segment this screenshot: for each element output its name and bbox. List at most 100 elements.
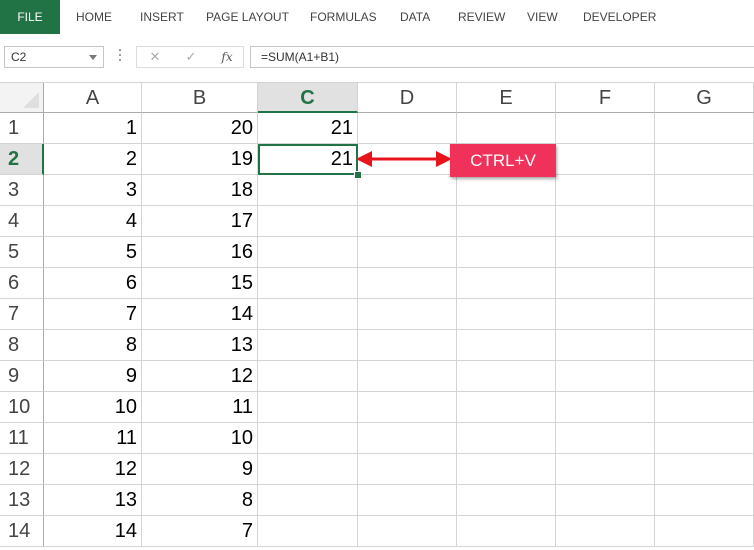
cell-g2[interactable] [655,144,754,175]
row-header-1[interactable]: 1 [0,113,44,144]
chevron-down-icon[interactable] [89,55,97,60]
row-header-4[interactable]: 4 [0,206,44,237]
tab-home[interactable]: HOME [76,0,112,34]
cell-e1[interactable] [457,113,556,144]
cell-g1[interactable] [655,113,754,144]
cell-e8[interactable] [457,330,556,361]
cell-e10[interactable] [457,392,556,423]
cell-a14[interactable]: 14 [44,516,142,547]
column-header-d[interactable]: D [358,83,457,113]
cell-f3[interactable] [556,175,655,206]
cell-b10[interactable]: 11 [142,392,258,423]
cell-a10[interactable]: 10 [44,392,142,423]
cell-e13[interactable] [457,485,556,516]
cell-e12[interactable] [457,454,556,485]
cell-b7[interactable]: 14 [142,299,258,330]
column-header-c[interactable]: C [258,83,358,113]
cell-e14[interactable] [457,516,556,547]
cell-f6[interactable] [556,268,655,299]
row-header-9[interactable]: 9 [0,361,44,392]
cell-e3[interactable] [457,175,556,206]
cell-a6[interactable]: 6 [44,268,142,299]
cell-c3[interactable] [258,175,358,206]
cell-a12[interactable]: 12 [44,454,142,485]
cell-c9[interactable] [258,361,358,392]
cell-d13[interactable] [358,485,457,516]
cell-b6[interactable]: 15 [142,268,258,299]
cell-g6[interactable] [655,268,754,299]
cell-c6[interactable] [258,268,358,299]
cell-b11[interactable]: 10 [142,423,258,454]
cell-c7[interactable] [258,299,358,330]
tab-page-layout[interactable]: PAGE LAYOUT [206,0,289,34]
enter-check-icon[interactable]: ✓ [181,48,201,66]
cell-d7[interactable] [358,299,457,330]
cell-f10[interactable] [556,392,655,423]
cell-d10[interactable] [358,392,457,423]
insert-function-icon[interactable]: fx [217,48,237,66]
tab-data[interactable]: DATA [400,0,430,34]
row-header-5[interactable]: 5 [0,237,44,268]
row-header-3[interactable]: 3 [0,175,44,206]
cell-d4[interactable] [358,206,457,237]
cell-b14[interactable]: 7 [142,516,258,547]
cell-b9[interactable]: 12 [142,361,258,392]
cell-a9[interactable]: 9 [44,361,142,392]
tab-review[interactable]: REVIEW [458,0,505,34]
select-all-corner[interactable] [0,83,44,113]
cell-g11[interactable] [655,423,754,454]
tab-view[interactable]: VIEW [527,0,558,34]
cell-e5[interactable] [457,237,556,268]
cell-f12[interactable] [556,454,655,485]
cancel-x-icon[interactable]: ✕ [145,48,165,66]
cell-e4[interactable] [457,206,556,237]
cell-e9[interactable] [457,361,556,392]
row-header-11[interactable]: 11 [0,423,44,454]
cell-f4[interactable] [556,206,655,237]
tab-insert[interactable]: INSERT [140,0,184,34]
cell-g5[interactable] [655,237,754,268]
cell-f14[interactable] [556,516,655,547]
cell-d11[interactable] [358,423,457,454]
cell-g12[interactable] [655,454,754,485]
cell-a11[interactable]: 11 [44,423,142,454]
row-header-7[interactable]: 7 [0,299,44,330]
cell-e11[interactable] [457,423,556,454]
cell-a2[interactable]: 2 [44,144,142,175]
row-header-10[interactable]: 10 [0,392,44,423]
cell-c13[interactable] [258,485,358,516]
cell-d12[interactable] [358,454,457,485]
cell-f11[interactable] [556,423,655,454]
cell-b13[interactable]: 8 [142,485,258,516]
cell-c10[interactable] [258,392,358,423]
column-header-a[interactable]: A [44,83,142,113]
cell-d3[interactable] [358,175,457,206]
cell-a1[interactable]: 1 [44,113,142,144]
cell-b12[interactable]: 9 [142,454,258,485]
formula-input[interactable]: =SUM(A1+B1) [250,46,754,68]
cell-f9[interactable] [556,361,655,392]
cell-d14[interactable] [358,516,457,547]
cell-a4[interactable]: 4 [44,206,142,237]
cell-b1[interactable]: 20 [142,113,258,144]
column-header-g[interactable]: G [655,83,754,113]
cell-g3[interactable] [655,175,754,206]
cell-b3[interactable]: 18 [142,175,258,206]
cell-c4[interactable] [258,206,358,237]
row-header-12[interactable]: 12 [0,454,44,485]
cell-f7[interactable] [556,299,655,330]
row-header-6[interactable]: 6 [0,268,44,299]
cell-b8[interactable]: 13 [142,330,258,361]
cell-b2[interactable]: 19 [142,144,258,175]
cell-c14[interactable] [258,516,358,547]
cell-d5[interactable] [358,237,457,268]
cell-c1[interactable]: 21 [258,113,358,144]
cell-c8[interactable] [258,330,358,361]
cell-a3[interactable]: 3 [44,175,142,206]
name-box[interactable]: C2 [4,46,104,68]
cell-b5[interactable]: 16 [142,237,258,268]
cell-g13[interactable] [655,485,754,516]
cell-g8[interactable] [655,330,754,361]
cell-b4[interactable]: 17 [142,206,258,237]
cell-g7[interactable] [655,299,754,330]
